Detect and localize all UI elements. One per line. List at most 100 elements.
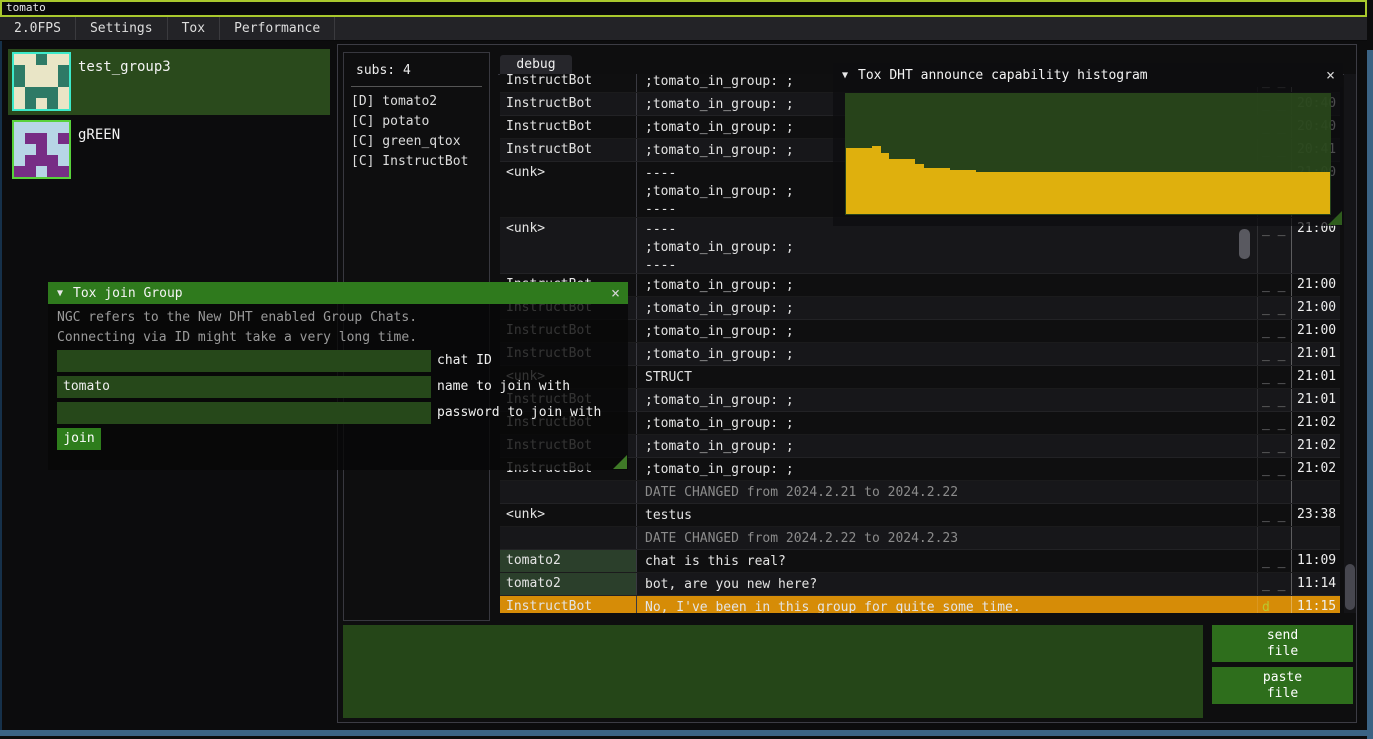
peer-list-item[interactable]: [C] InstructBot	[351, 152, 468, 172]
message-flags: _ _	[1258, 435, 1292, 457]
chat-scrollbar[interactable]	[1344, 74, 1356, 613]
histogram-bar	[1097, 172, 1106, 214]
message-flags: _ _	[1258, 573, 1292, 595]
contact-item-gREEN[interactable]: gREEN	[8, 117, 330, 183]
message-scrollbar-handle[interactable]	[1239, 229, 1250, 259]
message-flags: _ _	[1258, 412, 1292, 434]
chat-scrollbar-handle[interactable]	[1345, 564, 1355, 610]
chat-message-row[interactable]: <unk>testus_ _23:38	[500, 504, 1340, 527]
histogram-bar	[915, 164, 924, 214]
message-sender: <unk>	[500, 504, 637, 526]
message-flags: _ _	[1258, 274, 1292, 296]
message-text: No, I've been in this group for quite so…	[637, 596, 1258, 613]
message-sender: InstructBot	[500, 596, 637, 613]
chat-message-row[interactable]: tomato2chat is this real?_ _11:09	[500, 550, 1340, 573]
send-file-button[interactable]: send file	[1212, 625, 1353, 662]
histogram-bar	[1053, 172, 1062, 214]
chat-message-row[interactable]: InstructBotNo, I've been in this group f…	[500, 596, 1340, 613]
message-flags: _ _	[1258, 366, 1292, 388]
message-flags: _ _	[1258, 504, 1292, 526]
message-text: ;tomato_in_group: ;	[637, 389, 1258, 411]
histogram-bar	[1045, 172, 1054, 214]
histogram-bar	[1218, 172, 1227, 214]
join-group-dialog: ▼ Tox join Group × NGC refers to the New…	[48, 282, 628, 470]
collapse-icon[interactable]: ▼	[57, 288, 63, 299]
separator	[351, 86, 482, 87]
histogram-bar	[1140, 172, 1149, 214]
message-flags: _ _	[1258, 297, 1292, 319]
chat-id-input[interactable]	[57, 350, 431, 372]
collapse-icon[interactable]: ▼	[842, 70, 848, 81]
tab-debug[interactable]: debug	[500, 55, 572, 74]
histogram-bar	[1235, 172, 1244, 214]
message-time: 11:14	[1292, 573, 1340, 595]
histogram-bar	[1131, 172, 1140, 214]
resize-grip-icon[interactable]	[613, 455, 627, 469]
message-text: ;tomato_in_group: ;	[637, 412, 1258, 434]
histogram-bar	[950, 170, 959, 214]
window-title: tomato	[6, 1, 46, 14]
chat-message-row[interactable]: <unk>---- ;tomato_in_group: ; ----_ _21:…	[500, 218, 1340, 274]
histogram-bar	[1027, 172, 1036, 214]
message-text: ;tomato_in_group: ;	[637, 458, 1258, 480]
histogram-bar	[1243, 172, 1252, 214]
join-group-titlebar[interactable]: ▼ Tox join Group ×	[48, 282, 628, 304]
close-icon[interactable]: ×	[611, 286, 620, 301]
join-name-input[interactable]: tomato	[57, 376, 431, 398]
paste-file-button[interactable]: paste file	[1212, 667, 1353, 704]
menu-item-settings[interactable]: Settings	[76, 17, 168, 40]
date-separator-row: DATE CHANGED from 2024.2.21 to 2024.2.22	[500, 481, 1340, 504]
histogram-bar	[1209, 172, 1218, 214]
subs-count: subs: 4	[356, 63, 411, 78]
avatar	[12, 120, 71, 179]
message-text: bot, are you new here?	[637, 573, 1258, 595]
message-flags	[1258, 527, 1292, 549]
message-flags	[1258, 481, 1292, 503]
message-time: 21:02	[1292, 458, 1340, 480]
peer-list-item[interactable]: [C] green_qtox	[351, 132, 468, 152]
message-sender: tomato2	[500, 550, 637, 572]
histogram-bar	[1088, 172, 1097, 214]
histogram-bar	[1166, 172, 1175, 214]
join-name-label: name to join with	[437, 379, 570, 394]
close-icon[interactable]: ×	[1326, 68, 1335, 83]
message-flags: _ _	[1258, 389, 1292, 411]
contact-item-test_group3[interactable]: test_group3	[8, 49, 330, 115]
message-sender: <unk>	[500, 162, 637, 217]
message-text: DATE CHANGED from 2024.2.21 to 2024.2.22	[637, 481, 1258, 503]
avatar	[12, 52, 71, 111]
dht-histogram-titlebar[interactable]: ▼ Tox DHT announce capability histogram …	[833, 63, 1343, 87]
message-time	[1292, 481, 1340, 503]
message-time: 21:00	[1292, 297, 1340, 319]
resize-grip-icon[interactable]	[1328, 211, 1342, 225]
message-text: ;tomato_in_group: ;	[637, 435, 1258, 457]
message-time: 11:15	[1292, 596, 1340, 613]
message-time: 21:00	[1292, 218, 1340, 273]
message-time: 21:00	[1292, 274, 1340, 296]
window-titlebar[interactable]: tomato	[0, 0, 1367, 17]
histogram-bar	[846, 148, 855, 214]
histogram-bar	[1252, 172, 1261, 214]
peer-list-item[interactable]: [C] potato	[351, 112, 468, 132]
message-sender: InstructBot	[500, 74, 637, 92]
join-button[interactable]: join	[57, 428, 101, 450]
message-input[interactable]	[343, 625, 1203, 718]
menu-item-tox[interactable]: Tox	[168, 17, 220, 40]
join-password-input[interactable]	[57, 402, 431, 424]
message-time: 23:38	[1292, 504, 1340, 526]
histogram-bar	[855, 148, 864, 214]
histogram-bar	[889, 159, 898, 214]
message-text: ;tomato_in_group: ;	[637, 343, 1258, 365]
message-flags: _ _	[1258, 320, 1292, 342]
outer-frame-right	[1367, 50, 1373, 739]
message-time: 21:02	[1292, 435, 1340, 457]
outer-frame-bottom	[0, 730, 1373, 736]
chat-message-row[interactable]: tomato2bot, are you new here?_ _11:14	[500, 573, 1340, 596]
histogram-bar	[1105, 172, 1114, 214]
menu-item-performance[interactable]: Performance	[220, 17, 335, 40]
message-text: ;tomato_in_group: ;	[637, 274, 1258, 296]
message-sender: <unk>	[500, 218, 637, 273]
message-time: 11:09	[1292, 550, 1340, 572]
histogram-bar	[1287, 172, 1296, 214]
peer-list-item[interactable]: [D] tomato2	[351, 92, 468, 112]
